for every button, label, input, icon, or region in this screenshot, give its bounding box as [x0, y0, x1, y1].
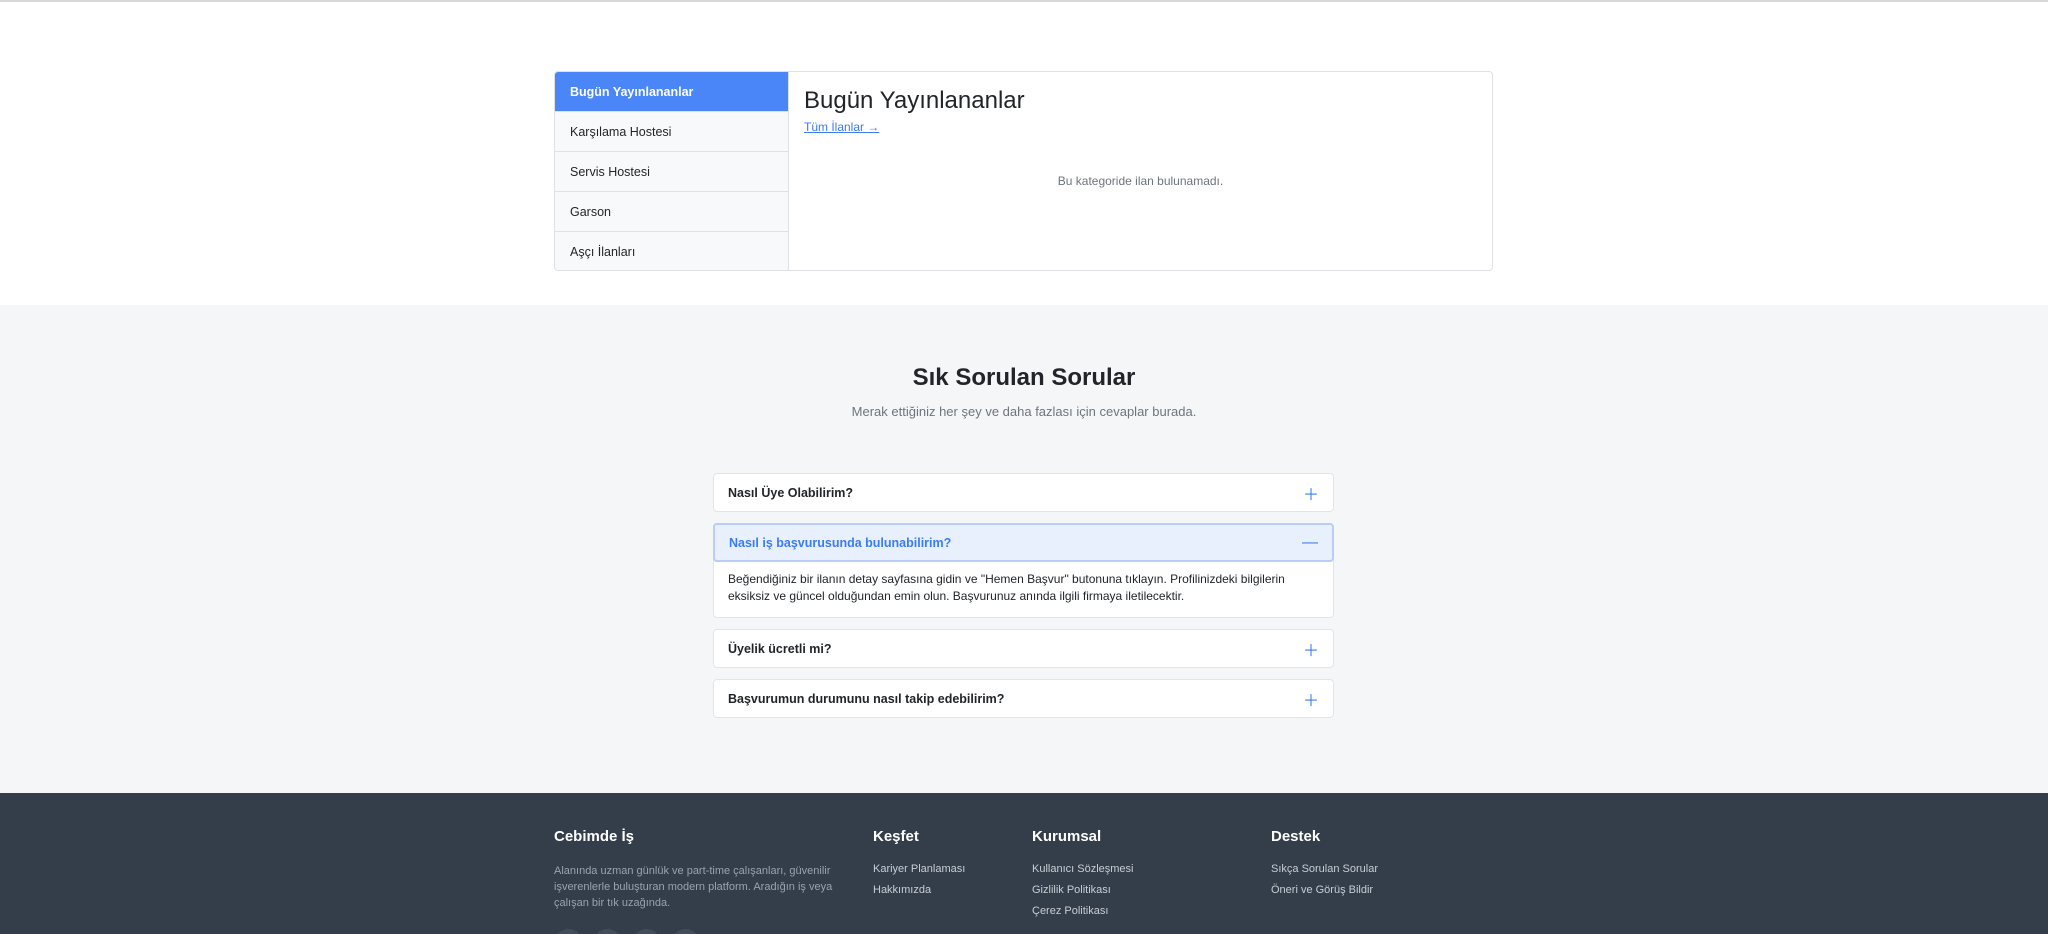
faq-question-button[interactable]: Nasıl iş başvurusunda bulunabilirim? —: [713, 523, 1334, 562]
footer-link-oneri-gorus[interactable]: Öneri ve Görüş Bildir: [1271, 884, 1378, 896]
category-item-bugun-yayinlananlar[interactable]: Bugün Yayınlananlar: [555, 72, 788, 112]
minus-icon: —: [1302, 533, 1318, 551]
footer-destek-title: Destek: [1271, 828, 1321, 845]
category-list: Bugün Yayınlananlar Karşılama Hostesi Se…: [555, 72, 789, 270]
footer-link-kariyer-planlamasi[interactable]: Kariyer Planlaması: [873, 863, 965, 875]
footer-kurumsal-column: Kurumsal Kullanıcı Sözleşmesi Gizlilik P…: [1032, 828, 1134, 926]
faq-question-button[interactable]: Nasıl Üye Olabilirim? ＋: [714, 474, 1333, 511]
faq-answer: Beğendiğiniz bir ilanın detay sayfasına …: [728, 572, 1285, 603]
category-item-garson[interactable]: Garson: [555, 192, 788, 232]
instagram-icon[interactable]: ◎: [632, 929, 661, 934]
empty-message: Bu kategoride ilan bulunamadı.: [1057, 174, 1224, 188]
footer-link-gizlilik-politikasi[interactable]: Gizlilik Politikası: [1032, 884, 1134, 896]
faq-question-button[interactable]: Üyelik ücretli mi? ＋: [714, 630, 1333, 667]
faq-list: Nasıl Üye Olabilirim? ＋ Nasıl iş başvuru…: [713, 473, 1334, 729]
faq-question-text: Başvurumun durumunu nasıl takip edebilir…: [728, 691, 1005, 706]
faq-item: Nasıl Üye Olabilirim? ＋: [713, 473, 1334, 512]
facebook-icon[interactable]: f: [554, 929, 583, 934]
category-item-karsilama-hostesi[interactable]: Karşılama Hostesi: [555, 112, 788, 152]
category-item-servis-hostesi[interactable]: Servis Hostesi: [555, 152, 788, 192]
linkedin-icon[interactable]: in: [671, 929, 700, 934]
plus-icon: ＋: [1302, 642, 1319, 660]
footer-kesfet-title: Keşfet: [873, 828, 919, 845]
faq-question-text: Nasıl iş başvurusunda bulunabilirim?: [729, 535, 952, 550]
faq-subtitle: Merak ettiğiniz her şey ve daha fazlası …: [851, 404, 1197, 419]
footer-kurumsal-title: Kurumsal: [1032, 828, 1102, 845]
faq-title: Sık Sorulan Sorular: [912, 364, 1136, 391]
social-links: f t ◎ in: [554, 929, 854, 934]
faq-question-text: Üyelik ücretli mi?: [728, 641, 832, 656]
twitter-icon[interactable]: t: [593, 929, 622, 934]
category-item-asci-ilanlari[interactable]: Aşçı İlanları: [555, 232, 788, 270]
faq-item: Nasıl iş başvurusunda bulunabilirim? — B…: [713, 523, 1334, 618]
footer: Cebimde İş Alanında uzman günlük ve part…: [0, 793, 2048, 934]
today-listings-panel: Bugün Yayınlananlar Karşılama Hostesi Se…: [554, 71, 1493, 271]
plus-icon: ＋: [1302, 486, 1319, 504]
faq-item: Üyelik ücretli mi? ＋: [713, 629, 1334, 668]
footer-brand-title: Cebimde İş: [554, 828, 635, 845]
footer-brand-column: Cebimde İş Alanında uzman günlük ve part…: [554, 828, 854, 934]
faq-item: Başvurumun durumunu nasıl takip edebilir…: [713, 679, 1334, 718]
footer-link-sss[interactable]: Sıkça Sorulan Sorular: [1271, 863, 1378, 875]
today-title: Bugün Yayınlananlar: [804, 87, 1025, 114]
top-border: [0, 0, 2048, 2]
plus-icon: ＋: [1302, 692, 1319, 710]
footer-link-hakkimizda[interactable]: Hakkımızda: [873, 884, 965, 896]
today-content: Bugün Yayınlananlar Tüm İlanlar → Bu kat…: [789, 72, 1492, 270]
faq-section: Sık Sorulan Sorular Merak ettiğiniz her …: [0, 305, 2048, 793]
footer-kesfet-column: Keşfet Kariyer Planlaması Hakkımızda: [873, 828, 965, 905]
all-listings-link[interactable]: Tüm İlanlar →: [804, 120, 879, 134]
footer-brand-description: Alanında uzman günlük ve part-time çalış…: [554, 865, 833, 909]
faq-question-text: Nasıl Üye Olabilirim?: [728, 485, 854, 500]
footer-destek-column: Destek Sıkça Sorulan Sorular Öneri ve Gö…: [1271, 828, 1378, 905]
footer-link-kullanici-sozlesmesi[interactable]: Kullanıcı Sözleşmesi: [1032, 863, 1134, 875]
footer-link-cerez-politikasi[interactable]: Çerez Politikası: [1032, 905, 1134, 917]
faq-question-button[interactable]: Başvurumun durumunu nasıl takip edebilir…: [714, 680, 1333, 717]
